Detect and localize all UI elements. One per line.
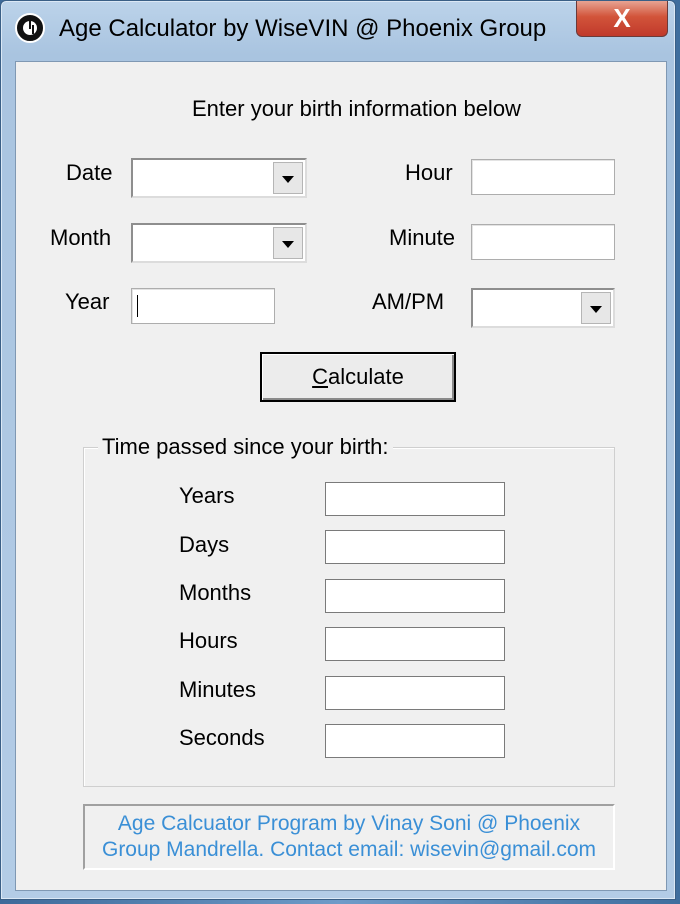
month-label: Month	[50, 225, 112, 250]
credits-line-1: Age Calcuator Program by Vinay Soni @ Ph…	[117, 812, 581, 835]
close-icon: X	[613, 3, 631, 33]
seconds-label: Seconds	[179, 725, 265, 750]
date-label: Date	[66, 160, 113, 185]
months-label: Months	[179, 580, 252, 605]
form-heading: Enter your birth information below	[192, 96, 521, 121]
close-button[interactable]: X	[576, 1, 668, 37]
ampm-dropdown[interactable]	[471, 288, 615, 328]
chevron-down-icon[interactable]	[273, 227, 303, 259]
minutes-output[interactable]	[325, 676, 505, 710]
ampm-label: AM/PM	[372, 289, 445, 314]
calculate-accelerator: C	[312, 364, 329, 389]
days-label: Days	[179, 532, 230, 557]
date-dropdown[interactable]	[131, 158, 307, 198]
seconds-output[interactable]	[325, 724, 505, 758]
minute-input[interactable]	[471, 224, 615, 260]
results-group-title: Time passed since your birth:	[98, 434, 393, 460]
year-input[interactable]	[131, 288, 275, 324]
days-output[interactable]	[325, 530, 505, 564]
clock-icon	[15, 13, 45, 43]
years-output[interactable]	[325, 482, 505, 516]
minute-label: Minute	[389, 225, 456, 250]
hours-label: Hours	[179, 628, 238, 653]
chevron-down-icon[interactable]	[273, 162, 303, 194]
hour-input[interactable]	[471, 159, 615, 195]
hours-output[interactable]	[325, 627, 505, 661]
credits-box: Age Calcuator Program by Vinay Soni @ Ph…	[83, 804, 615, 870]
calculate-label: alculate	[328, 364, 404, 389]
minutes-label: Minutes	[179, 677, 257, 702]
month-dropdown[interactable]	[131, 223, 307, 263]
years-label: Years	[179, 483, 235, 508]
hour-label: Hour	[405, 160, 453, 185]
months-output[interactable]	[325, 579, 505, 613]
app-window: Age Calculator by WiseVIN @ Phoenix Grou…	[0, 0, 676, 900]
calculate-button[interactable]: Calculate	[260, 352, 456, 402]
text-caret	[137, 295, 138, 317]
chevron-down-icon[interactable]	[581, 292, 611, 324]
credits-line-2: Group Mandrella. Contact email: wisevin@…	[101, 838, 596, 861]
client-area: Enter your birth information below Date …	[15, 61, 667, 891]
title-bar[interactable]: Age Calculator by WiseVIN @ Phoenix Grou…	[1, 1, 675, 57]
window-title: Age Calculator by WiseVIN @ Phoenix Grou…	[59, 15, 547, 42]
year-label: Year	[65, 289, 110, 314]
